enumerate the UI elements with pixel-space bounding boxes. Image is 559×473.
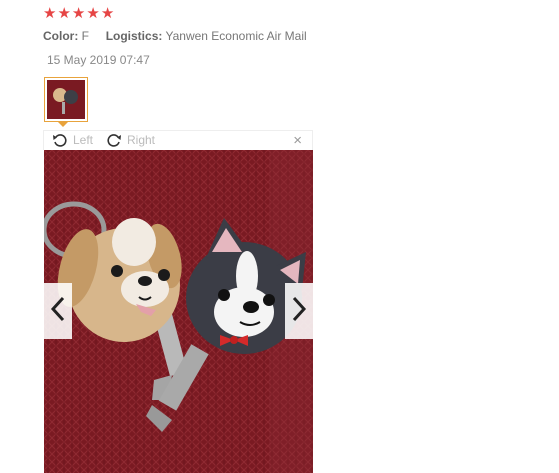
- rotate-left-label: Left: [73, 133, 94, 147]
- star-icon: ★: [86, 5, 100, 22]
- color-label: Color:: [43, 29, 79, 43]
- star-icon: ★: [100, 5, 115, 22]
- review-photo-thumbnail[interactable]: [44, 77, 88, 122]
- star-icon: ★: [71, 5, 86, 22]
- chevron-right-icon: [291, 296, 307, 327]
- image-viewer-toolbar: Left Right ×: [43, 130, 313, 150]
- rotate-right-button[interactable]: Right: [106, 132, 155, 148]
- color-value: F: [81, 29, 90, 43]
- review-date: 15 May 2019 07:47: [47, 53, 150, 67]
- rotate-right-icon: [106, 132, 122, 148]
- thumbnail-caret: [57, 121, 69, 127]
- previous-image-button[interactable]: [44, 283, 72, 339]
- review-photo: [44, 150, 313, 473]
- close-icon[interactable]: ×: [293, 132, 302, 150]
- review-meta: Color: F Logistics: Yanwen Economic Air …: [43, 29, 307, 43]
- logistics-value: Yanwen Economic Air Mail: [165, 29, 307, 43]
- rotate-right-label: Right: [127, 133, 156, 147]
- next-image-button[interactable]: [285, 283, 313, 339]
- rotate-left-icon: [52, 132, 68, 148]
- star-icon: ★: [57, 5, 71, 22]
- chevron-left-icon: [50, 296, 66, 327]
- logistics-label: Logistics:: [105, 29, 163, 43]
- rotate-left-button[interactable]: Left: [52, 132, 93, 148]
- rating-stars: ★ ★ ★ ★ ★: [43, 6, 114, 22]
- star-icon: ★: [43, 5, 57, 22]
